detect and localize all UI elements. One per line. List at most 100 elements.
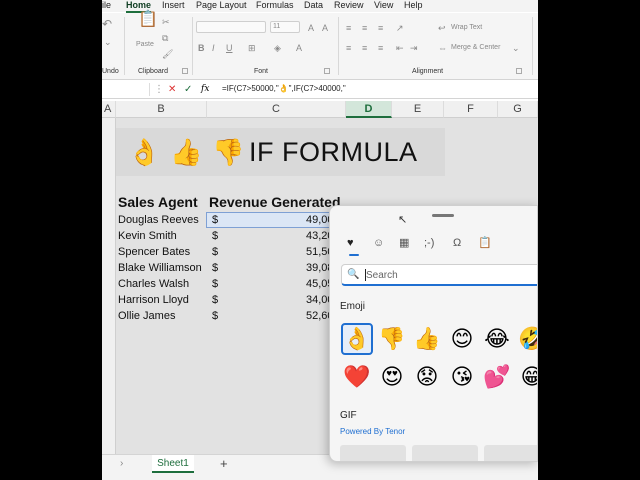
fill-color-icon[interactable]: ◈: [274, 43, 281, 53]
align-top-icon[interactable]: ≡: [346, 23, 351, 33]
emoji-thumbs-up[interactable]: 👍: [411, 323, 443, 355]
tab-emoji-icon[interactable]: ♥: [347, 237, 354, 249]
italic-icon[interactable]: I: [212, 43, 215, 53]
tab-symbols-icon[interactable]: Ω: [453, 237, 461, 249]
tab-help[interactable]: Help: [404, 0, 423, 11]
agent-cell[interactable]: Spencer Bates: [118, 244, 190, 260]
emoji-grinning-face[interactable]: 😁: [516, 361, 537, 393]
scroll-sheets-icon[interactable]: ›: [120, 458, 123, 469]
emoji-tears-of-joy[interactable]: 😂: [481, 323, 513, 355]
tab-kaomoji-icon[interactable]: ;-): [424, 237, 434, 249]
bold-icon[interactable]: B: [198, 43, 205, 53]
column-header-e[interactable]: E: [392, 101, 444, 118]
add-sheet-button[interactable]: +: [220, 456, 228, 471]
tab-home[interactable]: Home: [126, 0, 152, 13]
emoji-heart-eyes[interactable]: 😍: [376, 361, 408, 393]
tab-data[interactable]: Data: [304, 0, 323, 11]
merge-center-label[interactable]: Merge & Center: [451, 44, 500, 51]
undo-icon[interactable]: ↶: [102, 18, 112, 30]
font-size-combo[interactable]: 11: [270, 21, 300, 33]
column-header-d[interactable]: D: [346, 101, 392, 118]
column-header-f[interactable]: F: [444, 101, 498, 118]
undo-dropdown-icon[interactable]: ⌄: [104, 37, 112, 47]
agent-cell[interactable]: Ollie James: [118, 308, 175, 324]
cancel-icon[interactable]: ✕: [168, 83, 176, 96]
thumbs-up-icon: 👍: [170, 137, 203, 167]
paste-label[interactable]: Paste: [136, 41, 154, 48]
alignment-launcher-icon[interactable]: [516, 68, 522, 74]
column-header-a[interactable]: A: [102, 101, 116, 118]
header-sales-agent[interactable]: Sales Agent: [118, 194, 198, 210]
tab-page-layout[interactable]: Page Layout: [196, 0, 247, 11]
font-group-label: Font: [254, 68, 269, 75]
column-header-b[interactable]: B: [116, 101, 207, 118]
wrap-text-label[interactable]: Wrap Text: [451, 24, 482, 31]
font-name-combo[interactable]: [196, 21, 266, 33]
formula-input[interactable]: =IF(C7>50000,"👌",IF(C7>40000,": [222, 84, 346, 93]
header-revenue-generated[interactable]: Revenue Generated: [209, 194, 341, 210]
gif-thumbnail[interactable]: [340, 445, 406, 461]
emoji-smiling-face[interactable]: 😊: [446, 323, 478, 355]
align-bottom-icon[interactable]: ≡: [378, 23, 383, 33]
tab-gif-icon[interactable]: ▦: [399, 237, 409, 249]
search-placeholder: Search: [366, 270, 398, 281]
emoji-thumbs-down[interactable]: 👎: [376, 323, 408, 355]
emoji-search-input[interactable]: 🔍 Search: [341, 264, 537, 286]
increase-font-icon[interactable]: A: [308, 23, 314, 33]
gif-thumbnail[interactable]: [484, 445, 537, 461]
agent-cell[interactable]: Douglas Reeves: [118, 212, 199, 228]
tenor-link[interactable]: Powered By Tenor: [340, 427, 405, 436]
increase-indent-icon[interactable]: ⇥: [410, 43, 418, 53]
agent-cell[interactable]: Kevin Smith: [118, 228, 177, 244]
currency-cell: $: [212, 310, 219, 322]
align-center-icon[interactable]: ≡: [362, 43, 367, 53]
copy-icon[interactable]: ⧉: [162, 33, 168, 43]
emoji-rofl[interactable]: 🤣: [516, 323, 537, 355]
clipboard-launcher-icon[interactable]: [182, 68, 188, 74]
column-header-c[interactable]: C: [207, 101, 346, 118]
tab-clipboard-icon[interactable]: 📋: [478, 237, 492, 249]
name-box[interactable]: [102, 83, 150, 96]
emoji-red-heart[interactable]: ❤️: [341, 361, 373, 393]
panel-drag-handle[interactable]: [432, 214, 454, 217]
tab-kaomoji-smiley-icon[interactable]: ☺: [373, 237, 384, 249]
gif-thumbnail[interactable]: [412, 445, 478, 461]
column-header-g[interactable]: G: [498, 101, 538, 118]
font-color-icon[interactable]: A: [296, 43, 302, 53]
tab-insert[interactable]: Insert: [162, 0, 185, 11]
cut-icon[interactable]: ✂: [162, 17, 170, 27]
decrease-indent-icon[interactable]: ⇤: [396, 43, 404, 53]
formula-bar-more-icon[interactable]: ⋮: [154, 83, 164, 96]
align-right-icon[interactable]: ≡: [378, 43, 383, 53]
insert-function-button[interactable]: fx: [201, 83, 209, 96]
underline-icon[interactable]: U: [226, 43, 233, 53]
font-launcher-icon[interactable]: [324, 68, 330, 74]
tab-formulas[interactable]: Formulas: [256, 0, 294, 11]
enter-icon[interactable]: ✓: [184, 83, 192, 96]
currency-cell: $: [212, 214, 219, 226]
tab-view[interactable]: View: [374, 0, 393, 11]
banner-title: IF FORMULA: [249, 137, 418, 167]
agent-cell[interactable]: Harrison Lloyd: [118, 292, 189, 308]
sheet-tab-sheet1[interactable]: Sheet1: [152, 455, 194, 473]
emoji-ok-hand[interactable]: 👌: [341, 323, 373, 355]
merge-center-icon[interactable]: ⇔: [438, 43, 447, 53]
agent-cell[interactable]: Blake Williamson: [118, 260, 202, 276]
borders-icon[interactable]: ⊞: [248, 43, 256, 53]
align-middle-icon[interactable]: ≡: [362, 23, 367, 33]
paste-icon[interactable]: 📋: [138, 12, 158, 28]
emoji-worried-face[interactable]: 😟: [411, 361, 443, 393]
merge-dropdown-icon[interactable]: ⌄: [512, 43, 520, 53]
tab-file[interactable]: ile: [102, 0, 111, 11]
format-painter-icon[interactable]: 🖌: [162, 49, 173, 59]
ribbon-tab-bar: ile Home Insert Page Layout Formulas Dat…: [102, 0, 538, 13]
ok-hand-icon: 👌: [128, 137, 161, 167]
orientation-icon[interactable]: ↗: [396, 23, 404, 33]
emoji-two-hearts[interactable]: 💕: [481, 361, 513, 393]
wrap-text-icon[interactable]: ↩: [438, 23, 446, 33]
decrease-font-icon[interactable]: A: [322, 23, 328, 33]
emoji-kissing-face[interactable]: 😘: [446, 361, 478, 393]
align-left-icon[interactable]: ≡: [346, 43, 351, 53]
tab-review[interactable]: Review: [334, 0, 364, 11]
agent-cell[interactable]: Charles Walsh: [118, 276, 189, 292]
